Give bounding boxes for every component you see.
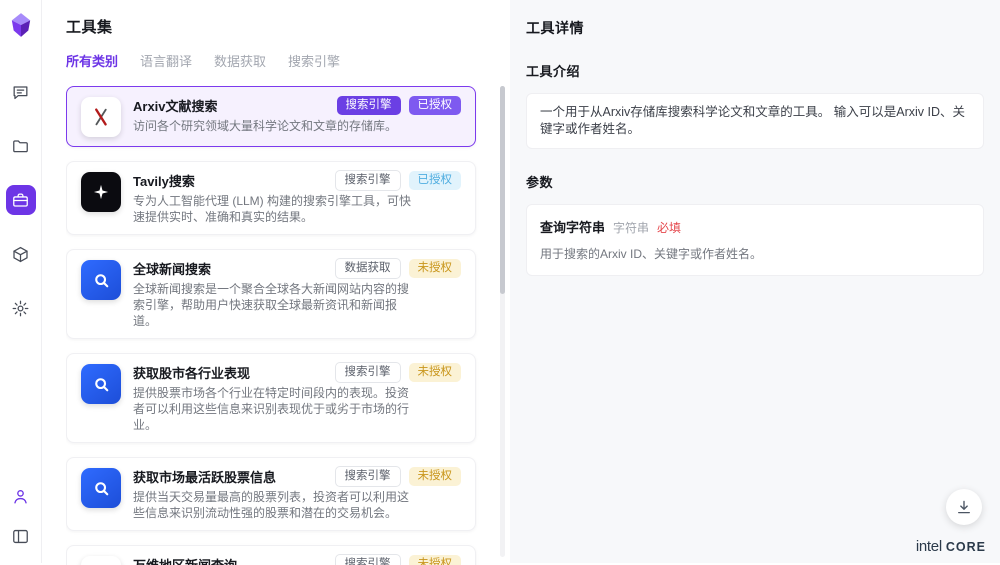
auth-badge: 未授权: [409, 363, 462, 382]
chat-icon[interactable]: [6, 77, 36, 107]
param-description: 用于搜索的Arxiv ID、关键字或作者姓名。: [540, 245, 970, 262]
tool-list-panel: 工具集 所有类别 语言翻译 数据获取 搜索引擎 Arxiv文献搜索: [42, 0, 510, 563]
auth-badge: 已授权: [409, 96, 462, 115]
tool-title: 获取股市各行业表现: [133, 363, 250, 382]
app-logo-icon: [10, 12, 32, 38]
tool-title: 获取市场最活跃股票信息: [133, 467, 276, 486]
package-icon[interactable]: [6, 239, 36, 269]
tool-detail-panel: 工具详情 工具介绍 一个用于从Arxiv存储库搜索科学论文和文章的工具。 输入可…: [510, 0, 1000, 563]
download-button[interactable]: [946, 489, 982, 525]
tool-title: 万维地区新闻查询: [133, 555, 237, 565]
tool-description: 访问各个研究领域大量科学论文和文章的存储库。: [133, 118, 411, 134]
auth-badge: 未授权: [409, 259, 462, 278]
tool-card[interactable]: 万维地区新闻查询 搜索引擎 未授权 查询具体行政区划内的新闻，快速了解各地新闻动: [66, 545, 476, 565]
tool-card[interactable]: 获取股市各行业表现 搜索引擎 未授权 提供股票市场各个行业在特定时间段内的表现。…: [66, 353, 476, 443]
tool-body: Tavily搜索 搜索引擎 已授权 专为人工智能代理 (LLM) 构建的搜索引擎…: [133, 170, 461, 225]
tool-card[interactable]: Arxiv文献搜索 搜索引擎 已授权 访问各个研究领域大量科学论文和文章的存储库…: [66, 86, 476, 147]
tool-card[interactable]: Tavily搜索 搜索引擎 已授权 专为人工智能代理 (LLM) 构建的搜索引擎…: [66, 161, 476, 235]
rail-bottom: [6, 481, 36, 551]
auth-badge: 未授权: [409, 555, 462, 565]
detail-title: 工具详情: [526, 18, 984, 38]
tab-search-engine[interactable]: 搜索引擎: [288, 51, 340, 70]
tool-badges: 搜索引擎 已授权: [335, 170, 462, 191]
category-badge: 数据获取: [335, 258, 401, 279]
tool-card[interactable]: 全球新闻搜索 数据获取 未授权 全球新闻搜索是一个聚合全球各大新闻网站内容的搜索…: [66, 249, 476, 339]
category-badge: 搜索引擎: [335, 466, 401, 487]
tool-body: 全球新闻搜索 数据获取 未授权 全球新闻搜索是一个聚合全球各大新闻网站内容的搜索…: [133, 258, 461, 329]
tool-title: Tavily搜索: [133, 171, 195, 190]
tool-description: 提供股票市场各个行业在特定时间段内的表现。投资者可以利用这些信息来识别表现优于或…: [133, 385, 411, 433]
intel-core-logo: intel CORE: [916, 538, 986, 555]
tool-badges: 搜索引擎 未授权: [335, 466, 462, 487]
tool-badges: 搜索引擎 已授权: [337, 96, 462, 115]
tool-description: 全球新闻搜索是一个聚合全球各大新闻网站内容的搜索引擎，帮助用户快速获取全球最新资…: [133, 281, 411, 329]
app-window: 工具集 所有类别 语言翻译 数据获取 搜索引擎 Arxiv文献搜索: [0, 0, 1000, 563]
params-section-label: 参数: [526, 172, 984, 191]
tab-translation[interactable]: 语言翻译: [140, 51, 192, 70]
panel-left-icon[interactable]: [6, 521, 36, 551]
auth-badge: 已授权: [409, 171, 462, 190]
tab-all-categories[interactable]: 所有类别: [66, 51, 118, 70]
intel-brand-text: intel: [916, 538, 942, 555]
tool-description: 提供当天交易量最高的股票列表，投资者可以利用这些信息来识别流动性强的股票和潜在的…: [133, 489, 411, 521]
tavily-star-icon: [81, 172, 121, 212]
rail-nav: [6, 77, 36, 323]
param-card: 查询字符串 字符串 必填 用于搜索的Arxiv ID、关键字或作者姓名。: [526, 204, 984, 276]
tool-card-list: Arxiv文献搜索 搜索引擎 已授权 访问各个研究领域大量科学论文和文章的存储库…: [66, 86, 510, 565]
tool-intro-card: 一个用于从Arxiv存储库搜索科学论文和文章的工具。 输入可以是Arxiv ID…: [526, 93, 984, 149]
folder-icon[interactable]: [6, 131, 36, 161]
tool-card[interactable]: 获取市场最活跃股票信息 搜索引擎 未授权 提供当天交易量最高的股票列表，投资者可…: [66, 457, 476, 531]
tab-data-fetch[interactable]: 数据获取: [214, 51, 266, 70]
app-logo[interactable]: [10, 12, 32, 43]
tool-title: 全球新闻搜索: [133, 259, 211, 278]
document-icon: [81, 556, 121, 565]
category-badge: 搜索引擎: [335, 362, 401, 383]
settings-icon[interactable]: [6, 293, 36, 323]
left-rail: [0, 0, 42, 563]
news-search-icon: [81, 468, 121, 508]
tool-description: 专为人工智能代理 (LLM) 构建的搜索引擎工具，可快速提供实时、准确和真实的结…: [133, 193, 411, 225]
param-header: 查询字符串 字符串 必填: [540, 217, 970, 236]
scrollbar-thumb[interactable]: [500, 86, 505, 294]
user-icon[interactable]: [6, 481, 36, 511]
tool-body: 获取市场最活跃股票信息 搜索引擎 未授权 提供当天交易量最高的股票列表，投资者可…: [133, 466, 461, 521]
tool-title: Arxiv文献搜索: [133, 96, 218, 115]
param-name: 查询字符串: [540, 217, 605, 236]
arxiv-icon: [81, 97, 121, 137]
param-required-badge: 必填: [657, 219, 681, 236]
tool-badges: 搜索引擎 未授权: [335, 362, 462, 383]
download-icon: [955, 498, 973, 516]
briefcase-icon[interactable]: [6, 185, 36, 215]
intro-section-label: 工具介绍: [526, 61, 984, 80]
category-badge: 搜索引擎: [335, 554, 401, 565]
tool-body: Arxiv文献搜索 搜索引擎 已授权 访问各个研究领域大量科学论文和文章的存储库…: [133, 95, 461, 137]
category-badge: 搜索引擎: [337, 96, 401, 115]
news-search-icon: [81, 364, 121, 404]
scrollbar-track[interactable]: [500, 86, 505, 557]
tool-body: 获取股市各行业表现 搜索引擎 未授权 提供股票市场各个行业在特定时间段内的表现。…: [133, 362, 461, 433]
tool-badges: 搜索引擎 未授权: [335, 554, 462, 565]
param-type: 字符串: [613, 219, 649, 236]
tool-badges: 数据获取 未授权: [335, 258, 462, 279]
category-badge: 搜索引擎: [335, 170, 401, 191]
category-tabs: 所有类别 语言翻译 数据获取 搜索引擎: [66, 51, 510, 70]
tool-body: 万维地区新闻查询 搜索引擎 未授权 查询具体行政区划内的新闻，快速了解各地新闻动: [133, 554, 461, 565]
page-title: 工具集: [66, 16, 510, 37]
auth-badge: 未授权: [409, 467, 462, 486]
core-brand-text: CORE: [946, 540, 986, 554]
news-search-icon: [81, 260, 121, 300]
